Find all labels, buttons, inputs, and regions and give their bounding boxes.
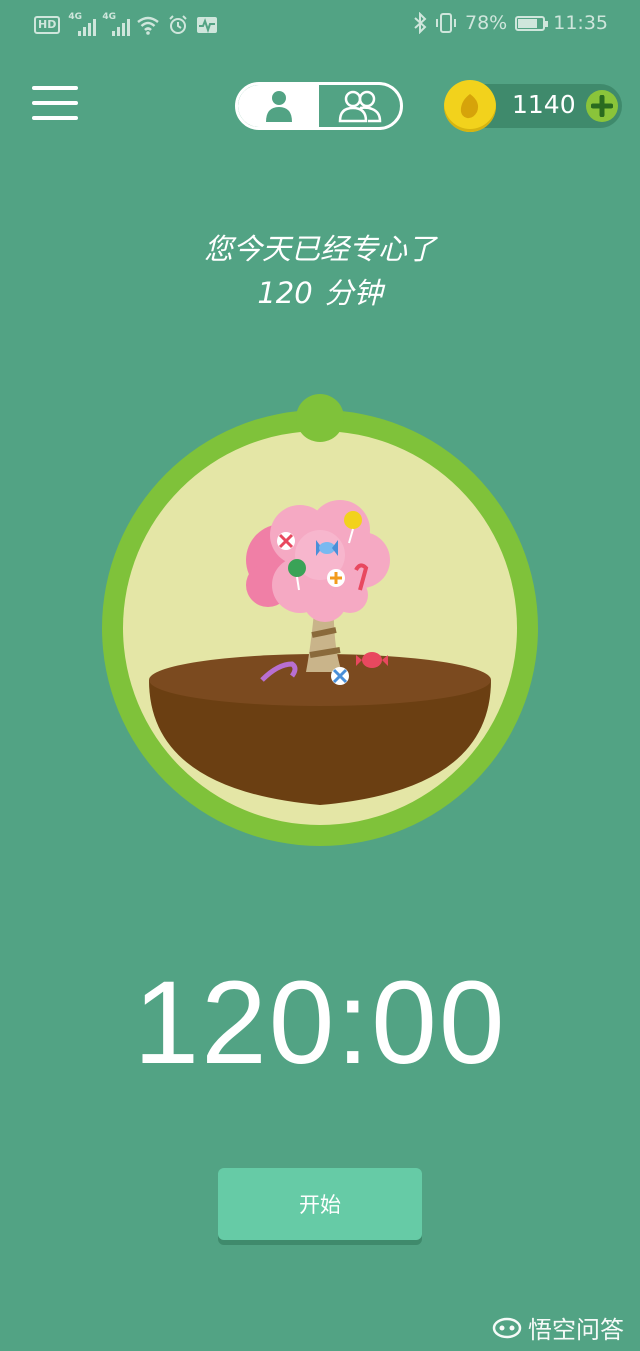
wukong-logo-icon [492,1317,522,1338]
timer-handle[interactable] [296,394,344,442]
watermark-text: 悟空问答 [528,1316,624,1344]
start-button[interactable]: 开始 [218,1168,422,1240]
watermark: 悟空问答 [492,1310,624,1345]
tree-timer-ring[interactable] [0,0,640,900]
timer-display: 120:00 [133,957,507,1089]
